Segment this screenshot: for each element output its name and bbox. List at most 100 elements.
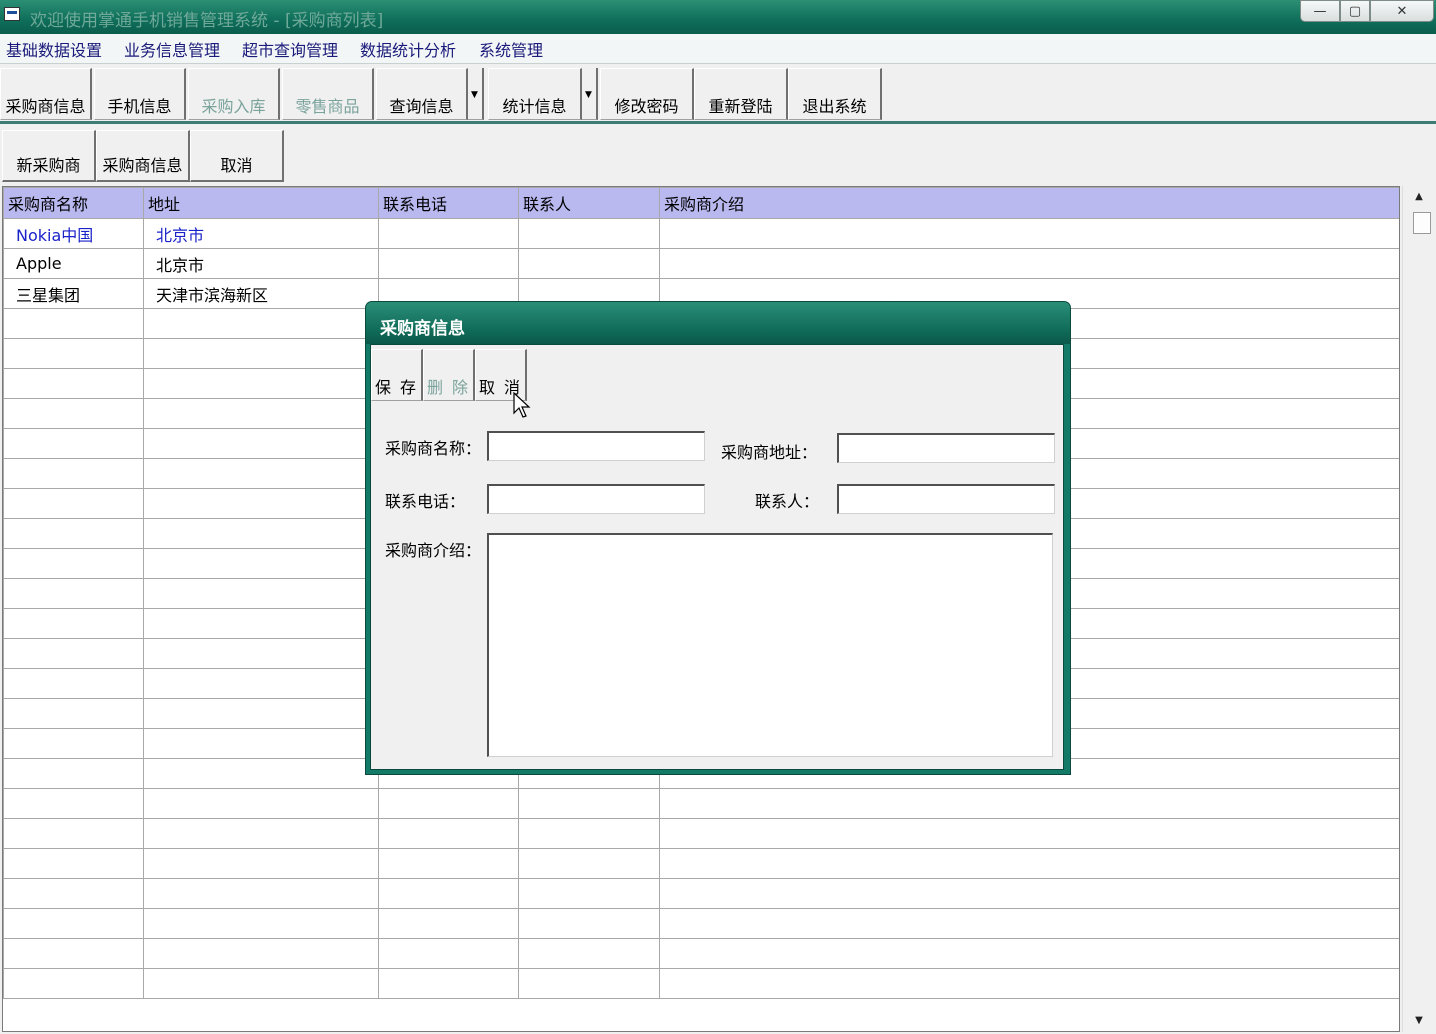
menu-basic-data[interactable]: 基础数据设置 [6,37,102,61]
toolbar-query-info-button[interactable]: 查询信息 [376,68,468,120]
table-cell[interactable] [143,428,379,459]
table-cell[interactable] [143,398,379,429]
delete-button[interactable]: 删 除 [423,349,475,401]
close-button[interactable]: ✕ [1370,0,1434,22]
table-cell[interactable] [3,548,144,579]
table-cell[interactable] [659,968,1399,999]
table-row[interactable] [3,818,1399,849]
column-header-name[interactable]: 采购商名称 [3,187,144,219]
table-cell[interactable] [518,878,660,909]
supplier-address-input[interactable] [837,433,1055,463]
contact-input[interactable] [837,484,1055,514]
table-cell[interactable] [3,848,144,879]
table-cell[interactable] [143,878,379,909]
table-cell[interactable]: 北京市 [143,248,379,279]
table-cell[interactable] [143,728,379,759]
table-cell[interactable]: 三星集团 [3,278,144,309]
table-cell[interactable] [3,428,144,459]
table-cell[interactable] [378,968,519,999]
table-cell[interactable] [143,938,379,969]
table-cell[interactable] [143,518,379,549]
supplier-intro-textarea[interactable] [487,533,1053,757]
menu-market-query[interactable]: 超市查询管理 [242,37,338,61]
table-cell[interactable] [3,938,144,969]
table-cell[interactable] [3,968,144,999]
table-cell[interactable] [518,908,660,939]
table-cell[interactable] [143,338,379,369]
statistics-dropdown-button[interactable]: ▼ [582,68,598,120]
table-cell[interactable] [143,908,379,939]
table-cell[interactable] [143,788,379,819]
table-cell[interactable] [659,818,1399,849]
table-cell[interactable] [659,878,1399,909]
table-cell[interactable] [143,668,379,699]
table-cell[interactable] [518,788,660,819]
supplier-info-button[interactable]: 采购商信息 [96,130,190,182]
toolbar-supplier-info-button[interactable]: 采购商信息 [0,68,92,120]
table-cell[interactable] [3,788,144,819]
table-cell[interactable] [518,848,660,879]
table-cell[interactable]: Apple [3,248,144,279]
table-row[interactable] [3,938,1399,969]
table-cell[interactable] [143,458,379,489]
toolbar-retail-goods-button[interactable]: 零售商品 [282,68,374,120]
dialog-cancel-button[interactable]: 取 消 [475,349,527,401]
table-cell[interactable] [518,818,660,849]
table-cell[interactable] [659,908,1399,939]
table-cell[interactable] [143,638,379,669]
scroll-up-icon[interactable]: ▲ [1403,186,1435,208]
table-cell[interactable] [378,938,519,969]
maximize-button[interactable]: ▢ [1340,0,1370,22]
table-cell[interactable]: Nokia中国 [3,218,144,249]
table-cell[interactable] [3,458,144,489]
table-cell[interactable] [378,788,519,819]
table-cell[interactable] [3,668,144,699]
table-cell[interactable] [3,818,144,849]
table-cell[interactable] [378,218,519,249]
table-cell[interactable] [143,698,379,729]
table-row[interactable] [3,968,1399,999]
table-cell[interactable] [3,698,144,729]
menu-system[interactable]: 系统管理 [479,37,543,61]
table-cell[interactable] [659,218,1399,249]
table-cell[interactable] [3,488,144,519]
table-cell[interactable] [3,398,144,429]
scroll-thumb[interactable] [1413,212,1431,234]
cancel-button[interactable]: 取消 [190,130,284,182]
query-dropdown-button[interactable]: ▼ [468,68,484,120]
table-cell[interactable] [3,758,144,789]
menu-business-info[interactable]: 业务信息管理 [124,37,220,61]
table-cell[interactable] [143,308,379,339]
table-cell[interactable] [143,758,379,789]
table-row[interactable] [3,908,1399,939]
table-cell[interactable]: 北京市 [143,218,379,249]
table-cell[interactable] [378,908,519,939]
scroll-down-icon[interactable]: ▼ [1403,1010,1435,1032]
column-header-intro[interactable]: 采购商介绍 [659,187,1399,219]
toolbar-relogin-button[interactable]: 重新登陆 [694,68,788,120]
menu-statistics[interactable]: 数据统计分析 [360,37,456,61]
table-row[interactable] [3,788,1399,819]
supplier-name-input[interactable] [487,431,705,461]
table-cell[interactable] [143,488,379,519]
table-cell[interactable] [143,368,379,399]
table-cell[interactable] [518,968,660,999]
table-cell[interactable] [659,788,1399,819]
table-cell[interactable] [659,938,1399,969]
table-cell[interactable] [518,938,660,969]
table-row[interactable] [3,878,1399,909]
table-cell[interactable] [3,578,144,609]
table-row[interactable] [3,848,1399,879]
table-cell[interactable] [143,608,379,639]
vertical-scrollbar[interactable]: ▲ ▼ [1402,186,1434,1032]
table-cell[interactable] [143,818,379,849]
column-header-contact[interactable]: 联系人 [518,187,660,219]
toolbar-phone-info-button[interactable]: 手机信息 [94,68,186,120]
new-supplier-button[interactable]: 新采购商 [2,130,96,182]
minimize-button[interactable]: — [1300,0,1340,22]
table-cell[interactable] [143,968,379,999]
table-cell[interactable] [659,248,1399,279]
table-cell[interactable] [378,848,519,879]
dialog-title-bar[interactable]: 采购商信息 [366,302,1070,344]
column-header-address[interactable]: 地址 [143,187,379,219]
